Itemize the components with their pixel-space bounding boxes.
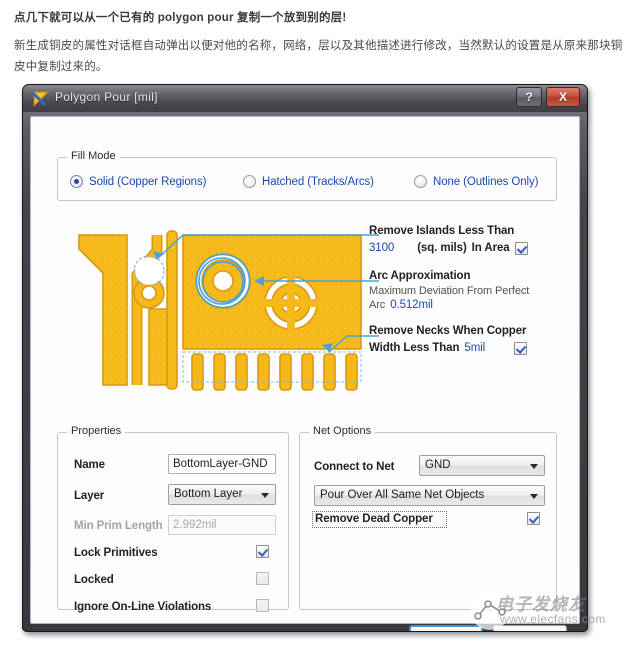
callout-remove-islands: Remove Islands Less Than 3100 (sq. mils)… bbox=[369, 224, 569, 256]
remove-dead-copper-label: Remove Dead Copper bbox=[315, 513, 433, 525]
remove-islands-suffix: In Area bbox=[471, 242, 510, 254]
properties-group-title: Properties bbox=[67, 425, 126, 437]
dialog-titlebar[interactable]: Polygon Pour [mil] ? X bbox=[23, 85, 587, 112]
help-button[interactable]: ? bbox=[516, 87, 542, 107]
connect-to-net-select[interactable]: GND bbox=[419, 455, 545, 476]
locked-label: Locked bbox=[74, 574, 114, 586]
radio-none-indicator[interactable] bbox=[414, 175, 427, 188]
layer-select[interactable]: Bottom Layer bbox=[168, 484, 276, 505]
radio-solid-label: Solid (Copper Regions) bbox=[89, 175, 207, 188]
callout-arc-approximation: Arc Approximation Maximum Deviation From… bbox=[369, 269, 569, 312]
radio-solid-indicator[interactable] bbox=[70, 175, 83, 188]
dialog-title: Polygon Pour [mil] bbox=[55, 90, 158, 104]
remove-necks-value[interactable]: 5mil bbox=[464, 341, 485, 356]
remove-necks-title-line2: Width Less Than bbox=[369, 342, 460, 354]
radio-hatched-tracks-arcs[interactable]: Hatched (Tracks/Arcs) bbox=[243, 175, 374, 188]
dialog-body: Fill Mode Solid (Copper Regions) Hatched… bbox=[30, 116, 580, 631]
ok-button[interactable]: OK bbox=[409, 625, 483, 631]
remove-necks-title-line1: Remove Necks When Copper bbox=[369, 325, 527, 337]
fill-mode-group-title: Fill Mode bbox=[67, 150, 120, 162]
remove-dead-copper-checkbox[interactable] bbox=[527, 512, 540, 525]
arc-approximation-arc-label: Arc bbox=[369, 299, 386, 311]
remove-islands-title: Remove Islands Less Than bbox=[369, 225, 515, 237]
remove-islands-checkbox[interactable] bbox=[514, 242, 528, 255]
pour-over-value: Pour Over All Same Net Objects bbox=[320, 489, 485, 501]
ignore-online-violations-label: Ignore On-Line Violations bbox=[74, 601, 212, 613]
polygon-pour-icon bbox=[32, 91, 50, 107]
connect-to-net-label: Connect to Net bbox=[314, 461, 395, 473]
net-options-group-title: Net Options bbox=[309, 425, 376, 437]
cancel-button[interactable]: Cancel bbox=[493, 625, 567, 631]
net-options-group: Net Options Connect to Net GND Pour Over… bbox=[299, 425, 557, 610]
min-prim-length-label: Min Prim Length bbox=[74, 520, 163, 532]
remove-necks-checkbox[interactable] bbox=[514, 342, 528, 355]
article-heading: 点几下就可以从一个已有的 polygon pour 复制一个放到别的层! bbox=[14, 12, 347, 24]
article-text: 点几下就可以从一个已有的 polygon pour 复制一个放到别的层! 新生成… bbox=[14, 8, 624, 78]
pour-over-select[interactable]: Pour Over All Same Net Objects bbox=[314, 485, 545, 506]
arc-approximation-value[interactable]: 0.512mil bbox=[390, 298, 433, 312]
radio-hatched-label: Hatched (Tracks/Arcs) bbox=[262, 175, 374, 188]
connect-to-net-value: GND bbox=[425, 459, 451, 471]
chevron-down-icon bbox=[530, 464, 538, 469]
chevron-down-icon bbox=[261, 493, 269, 498]
lock-primitives-label: Lock Primitives bbox=[74, 547, 158, 559]
properties-group: Properties Name BottomLayer-GND Layer Bo… bbox=[57, 425, 289, 613]
lock-primitives-checkbox[interactable] bbox=[256, 545, 269, 558]
polygon-pour-dialog: Polygon Pour [mil] ? X Fill Mode Solid (… bbox=[22, 84, 588, 632]
radio-hatched-indicator[interactable] bbox=[243, 175, 256, 188]
name-label: Name bbox=[74, 459, 105, 471]
fill-mode-group: Fill Mode Solid (Copper Regions) Hatched… bbox=[57, 150, 557, 201]
layer-select-value: Bottom Layer bbox=[174, 488, 243, 500]
layer-label: Layer bbox=[74, 490, 105, 502]
arc-approximation-subtitle: Maximum Deviation From Perfect bbox=[369, 285, 530, 297]
ignore-online-violations-checkbox[interactable] bbox=[256, 599, 269, 612]
pcb-preview-illustration bbox=[78, 230, 379, 391]
min-prim-length-input: 2.992mil bbox=[168, 515, 276, 535]
locked-checkbox[interactable] bbox=[256, 572, 269, 585]
chevron-down-icon bbox=[530, 494, 538, 499]
name-input[interactable]: BottomLayer-GND bbox=[168, 454, 276, 474]
remove-islands-value[interactable]: 3100 bbox=[369, 241, 394, 256]
article-paragraph: 新生成铜皮的属性对话框自动弹出以便对他的名称，网络，层以及其他描述进行修改，当然… bbox=[14, 40, 623, 73]
arc-approximation-title: Arc Approximation bbox=[369, 270, 471, 282]
remove-islands-units: (sq. mils) bbox=[417, 242, 467, 254]
close-button[interactable]: X bbox=[546, 87, 580, 107]
callout-remove-necks: Remove Necks When Copper Width Less Than… bbox=[369, 324, 569, 356]
radio-solid-copper-regions[interactable]: Solid (Copper Regions) bbox=[70, 175, 206, 188]
radio-none-label: None (Outlines Only) bbox=[433, 175, 539, 188]
radio-none-outlines-only[interactable]: None (Outlines Only) bbox=[414, 175, 538, 188]
